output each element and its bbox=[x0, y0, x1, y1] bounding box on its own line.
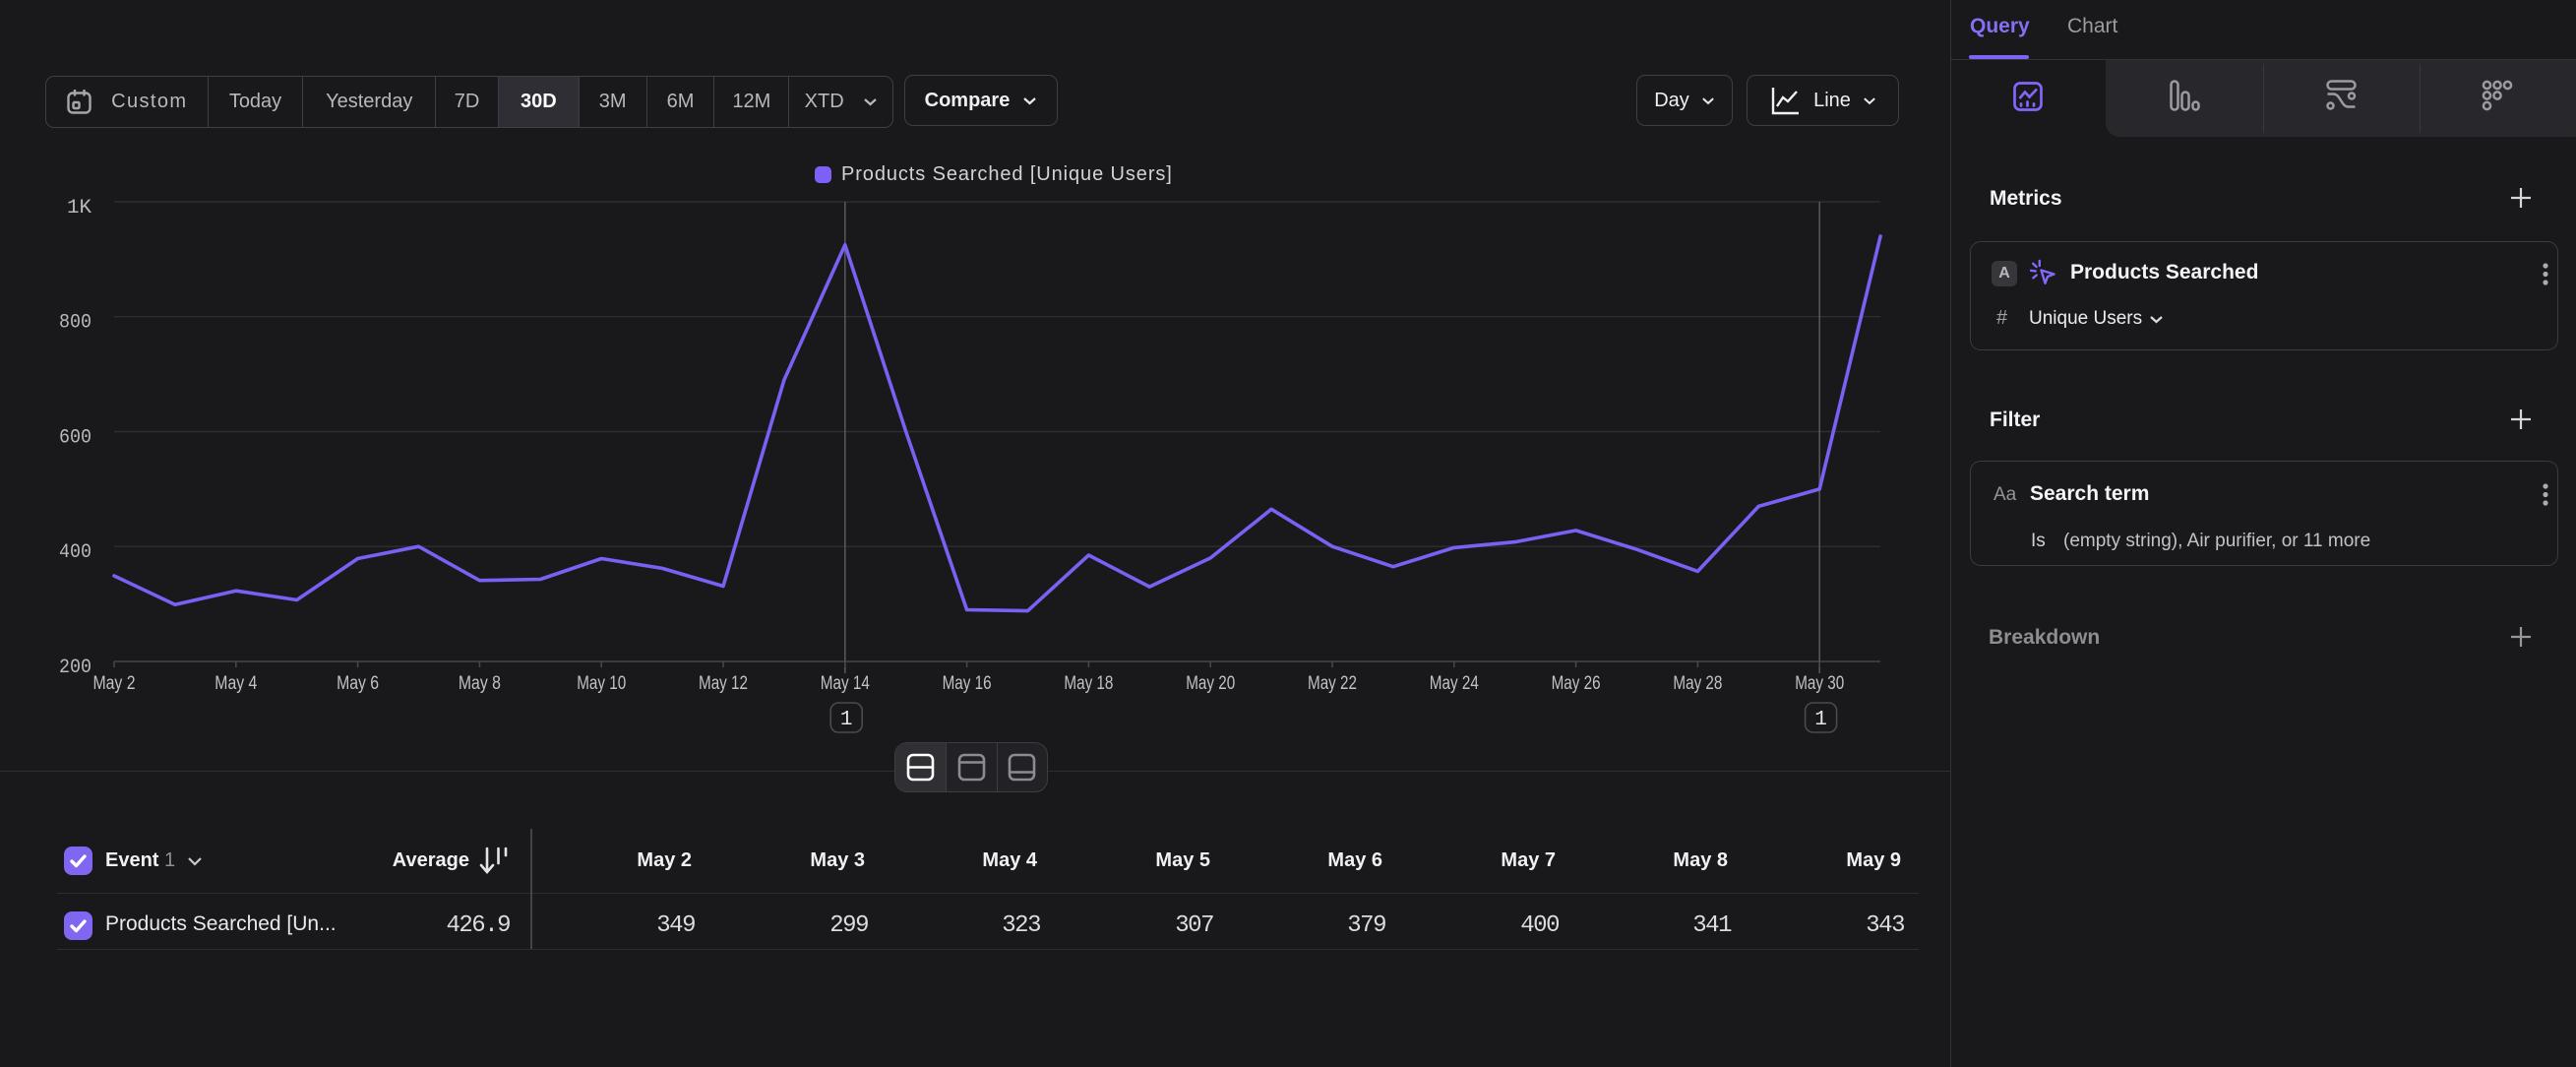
svg-text:May 22: May 22 bbox=[1308, 673, 1357, 694]
svg-text:May 20: May 20 bbox=[1186, 673, 1235, 694]
svg-text:May 2: May 2 bbox=[93, 673, 136, 694]
svg-text:May 4: May 4 bbox=[215, 673, 257, 694]
svg-text:200: 200 bbox=[59, 657, 92, 679]
svg-text:May 10: May 10 bbox=[577, 673, 626, 694]
svg-text:May 6: May 6 bbox=[337, 673, 379, 694]
svg-text:400: 400 bbox=[59, 541, 92, 564]
svg-text:1: 1 bbox=[1814, 709, 1827, 731]
svg-text:May 18: May 18 bbox=[1064, 673, 1113, 694]
svg-text:1K: 1K bbox=[67, 197, 92, 220]
svg-text:May 28: May 28 bbox=[1673, 673, 1722, 694]
svg-text:May 8: May 8 bbox=[459, 673, 501, 694]
svg-text:May 14: May 14 bbox=[821, 673, 870, 694]
svg-text:800: 800 bbox=[59, 312, 92, 335]
svg-text:600: 600 bbox=[59, 427, 92, 450]
svg-text:May 30: May 30 bbox=[1795, 673, 1844, 694]
svg-text:May 16: May 16 bbox=[943, 673, 992, 694]
svg-text:May 12: May 12 bbox=[699, 673, 748, 694]
svg-text:May 24: May 24 bbox=[1430, 673, 1479, 694]
svg-text:May 26: May 26 bbox=[1552, 673, 1601, 694]
svg-text:1: 1 bbox=[840, 709, 853, 731]
